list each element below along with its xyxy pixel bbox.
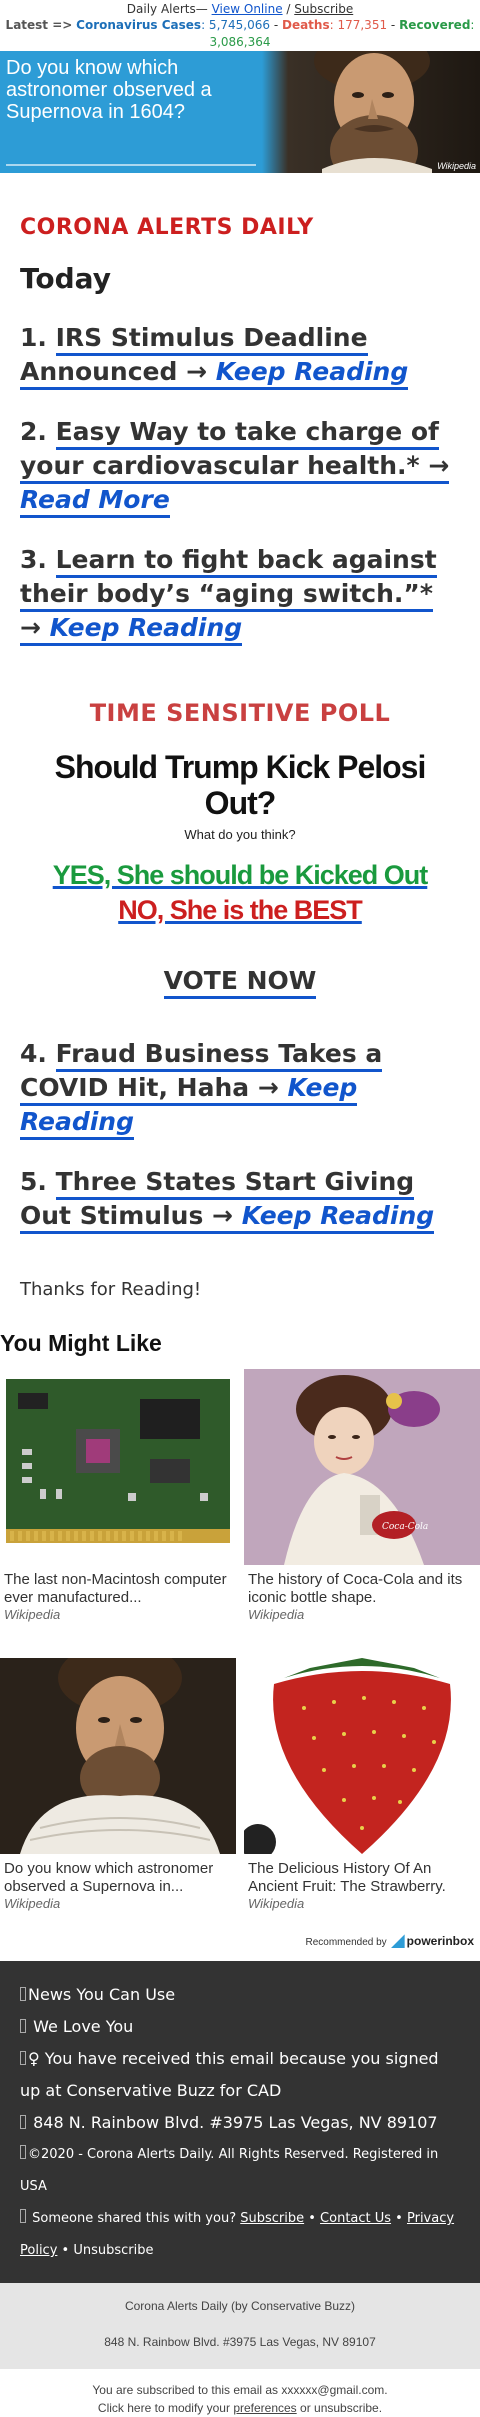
footer-line: News You Can Use — [20, 1979, 460, 2011]
dash: - — [270, 18, 282, 32]
ad-banner[interactable]: Do you know which astronomer observed a … — [0, 51, 480, 173]
poll-section: TIME SENSITIVE POLL Should Trump Kick Pe… — [20, 699, 460, 999]
vote-now-button[interactable]: VOTE NOW — [163, 966, 317, 999]
footer-line: We Love You — [20, 2011, 460, 2043]
dash: - — [387, 18, 400, 32]
recommendation-card[interactable]: The last non-Macintosh computer ever man… — [0, 1369, 236, 1622]
deaths-value: : 177,351 — [329, 18, 388, 32]
card-source: Wikipedia — [4, 1607, 61, 1622]
card-title[interactable]: The Delicious History Of An Ancient Frui… — [244, 1860, 480, 1896]
story-4[interactable]: 4. Fraud Business Takes a COVID Hit, Hah… — [20, 1037, 460, 1140]
card-source: Wikipedia — [4, 1896, 61, 1911]
contact-us-link[interactable]: Contact Us — [320, 2211, 391, 2226]
story-2[interactable]: 2. Easy Way to take charge of your cardi… — [20, 415, 460, 518]
banner-source: Wikipedia — [437, 161, 476, 171]
company-info: Corona Alerts Daily (by Conservative Buz… — [0, 2283, 480, 2369]
provider-name: powerinbox — [406, 1934, 474, 1948]
recommended-label: Recommended by — [305, 1937, 387, 1948]
latest-stats: Latest => Coronavirus Cases: 5,745,066 -… — [0, 17, 480, 51]
cases-value: : 5,745,066 — [201, 18, 271, 32]
story-number: 3. — [20, 545, 56, 574]
poll-no-option[interactable]: NO, She is the BEST — [20, 895, 460, 926]
footer-subscribe-link[interactable]: Subscribe — [240, 2211, 304, 2226]
footer-links: Someone shared this with you? Subscribe … — [20, 2209, 455, 2258]
story-title[interactable]: Easy Way to take charge of your cardiova… — [20, 417, 439, 480]
astronomer-portrait-image — [262, 51, 480, 173]
subscription-info: You are subscribed to this email as xxxx… — [0, 2369, 480, 2417]
poll-question: Should Trump Kick Pelosi Out? — [54, 749, 427, 821]
subscribe-link[interactable]: Subscribe — [294, 2, 353, 16]
story-number: 1. — [20, 323, 56, 352]
missing-glyph-icon — [20, 1987, 26, 2001]
story-number: 4. — [20, 1039, 56, 1068]
card-title[interactable]: Do you know which astronomer observed a … — [0, 1860, 236, 1896]
cases-label: Coronavirus Cases — [76, 18, 202, 32]
keep-reading-link[interactable]: Keep Reading — [242, 1201, 435, 1230]
footer-line: ©2020 - Corona Alerts Daily. All Rights … — [20, 2145, 439, 2194]
read-more-link[interactable]: Read More — [20, 485, 170, 514]
missing-glyph-icon — [20, 2115, 26, 2129]
thanks-text: Thanks for Reading! — [20, 1279, 202, 1300]
arrow-icon: → — [20, 613, 50, 642]
recommendation-card[interactable]: The Delicious History Of An Ancient Frui… — [244, 1658, 480, 1911]
astronomer-portrait-image[interactable] — [0, 1658, 236, 1854]
company-name: Corona Alerts Daily (by Conservative Buz… — [124, 2299, 356, 2313]
subscribed-email: You are subscribed to this email as xxxx… — [92, 2383, 388, 2397]
missing-glyph-icon — [20, 2209, 26, 2223]
footer-line: ♀ You have received this email because y… — [20, 2049, 439, 2100]
unsubscribe-link[interactable]: Unsubscribe — [73, 2243, 153, 2258]
company-address: 848 N. Rainbow Blvd. #3975 Las Vegas, NV… — [104, 2335, 376, 2349]
recommendation-grid: The last non-Macintosh computer ever man… — [0, 1369, 480, 1911]
card-title[interactable]: The history of Coca-Cola and its iconic … — [244, 1571, 480, 1607]
recommendation-card[interactable]: Do you know which astronomer observed a … — [0, 1658, 236, 1911]
story-5[interactable]: 5. Three States Start Giving Out Stimulu… — [20, 1165, 460, 1234]
story-number: 5. — [20, 1167, 56, 1196]
preferences-link[interactable]: preferences — [233, 2401, 296, 2415]
recovered-label: Recovered — [399, 18, 471, 32]
banner-divider — [6, 164, 256, 166]
footer-line: 848 N. Rainbow Blvd. #3975 Las Vegas, NV… — [20, 2107, 460, 2139]
poll-prompt: What do you think? — [184, 827, 296, 842]
latest-label: Latest => — [5, 18, 73, 32]
missing-glyph-icon — [20, 2145, 26, 2159]
strawberry-image[interactable] — [244, 1658, 480, 1854]
recommended-by[interactable]: Recommended by powerinbox — [0, 1929, 480, 1953]
separator: / — [282, 2, 295, 16]
story-3[interactable]: 3. Learn to fight back against their bod… — [20, 543, 460, 646]
svg-text:Coca-Cola: Coca-Cola — [382, 1522, 428, 1532]
top-bar: Daily Alerts— View Online / Subscribe — [0, 0, 480, 17]
brand-title: CORONA ALERTS DAILY — [20, 215, 314, 240]
arrow-icon: → — [177, 357, 216, 386]
keep-reading-link[interactable]: Keep Reading — [50, 613, 243, 642]
card-source: Wikipedia — [248, 1607, 305, 1622]
missing-glyph-icon — [20, 2051, 26, 2065]
arrow-icon: → — [203, 1201, 242, 1230]
coca-cola-poster-image[interactable]: Coca-Cola — [244, 1369, 480, 1565]
story-title[interactable]: Learn to fight back against their body’s… — [20, 545, 437, 608]
alerts-prefix: Daily Alerts— — [126, 2, 212, 16]
powerinbox-logo-icon — [390, 1934, 405, 1949]
poll-title: TIME SENSITIVE POLL — [89, 699, 391, 727]
section-title: Today — [20, 262, 111, 295]
banner-text: Do you know which astronomer observed a … — [6, 57, 212, 123]
poll-yes-option[interactable]: YES, She should be Kicked Out — [20, 860, 460, 891]
card-source: Wikipedia — [248, 1896, 305, 1911]
missing-glyph-icon — [20, 2019, 26, 2033]
arrow-icon: → — [419, 451, 450, 480]
footer: News You Can Use We Love You ♀ You have … — [0, 1961, 480, 2283]
deaths-label: Deaths — [281, 18, 330, 32]
card-title[interactable]: The last non-Macintosh computer ever man… — [0, 1571, 236, 1607]
keep-reading-link[interactable]: Keep Reading — [216, 357, 409, 386]
recommendation-card[interactable]: Coca-Cola The history of Coca-Cola and i… — [244, 1369, 480, 1622]
story-number: 2. — [20, 417, 56, 446]
arrow-icon: → — [249, 1073, 288, 1102]
view-online-link[interactable]: View Online — [212, 2, 283, 16]
story-1[interactable]: 1. IRS Stimulus Deadline Announced → Kee… — [20, 321, 460, 390]
circuit-board-image[interactable] — [0, 1369, 236, 1565]
you-might-like-title: You Might Like — [0, 1330, 162, 1356]
